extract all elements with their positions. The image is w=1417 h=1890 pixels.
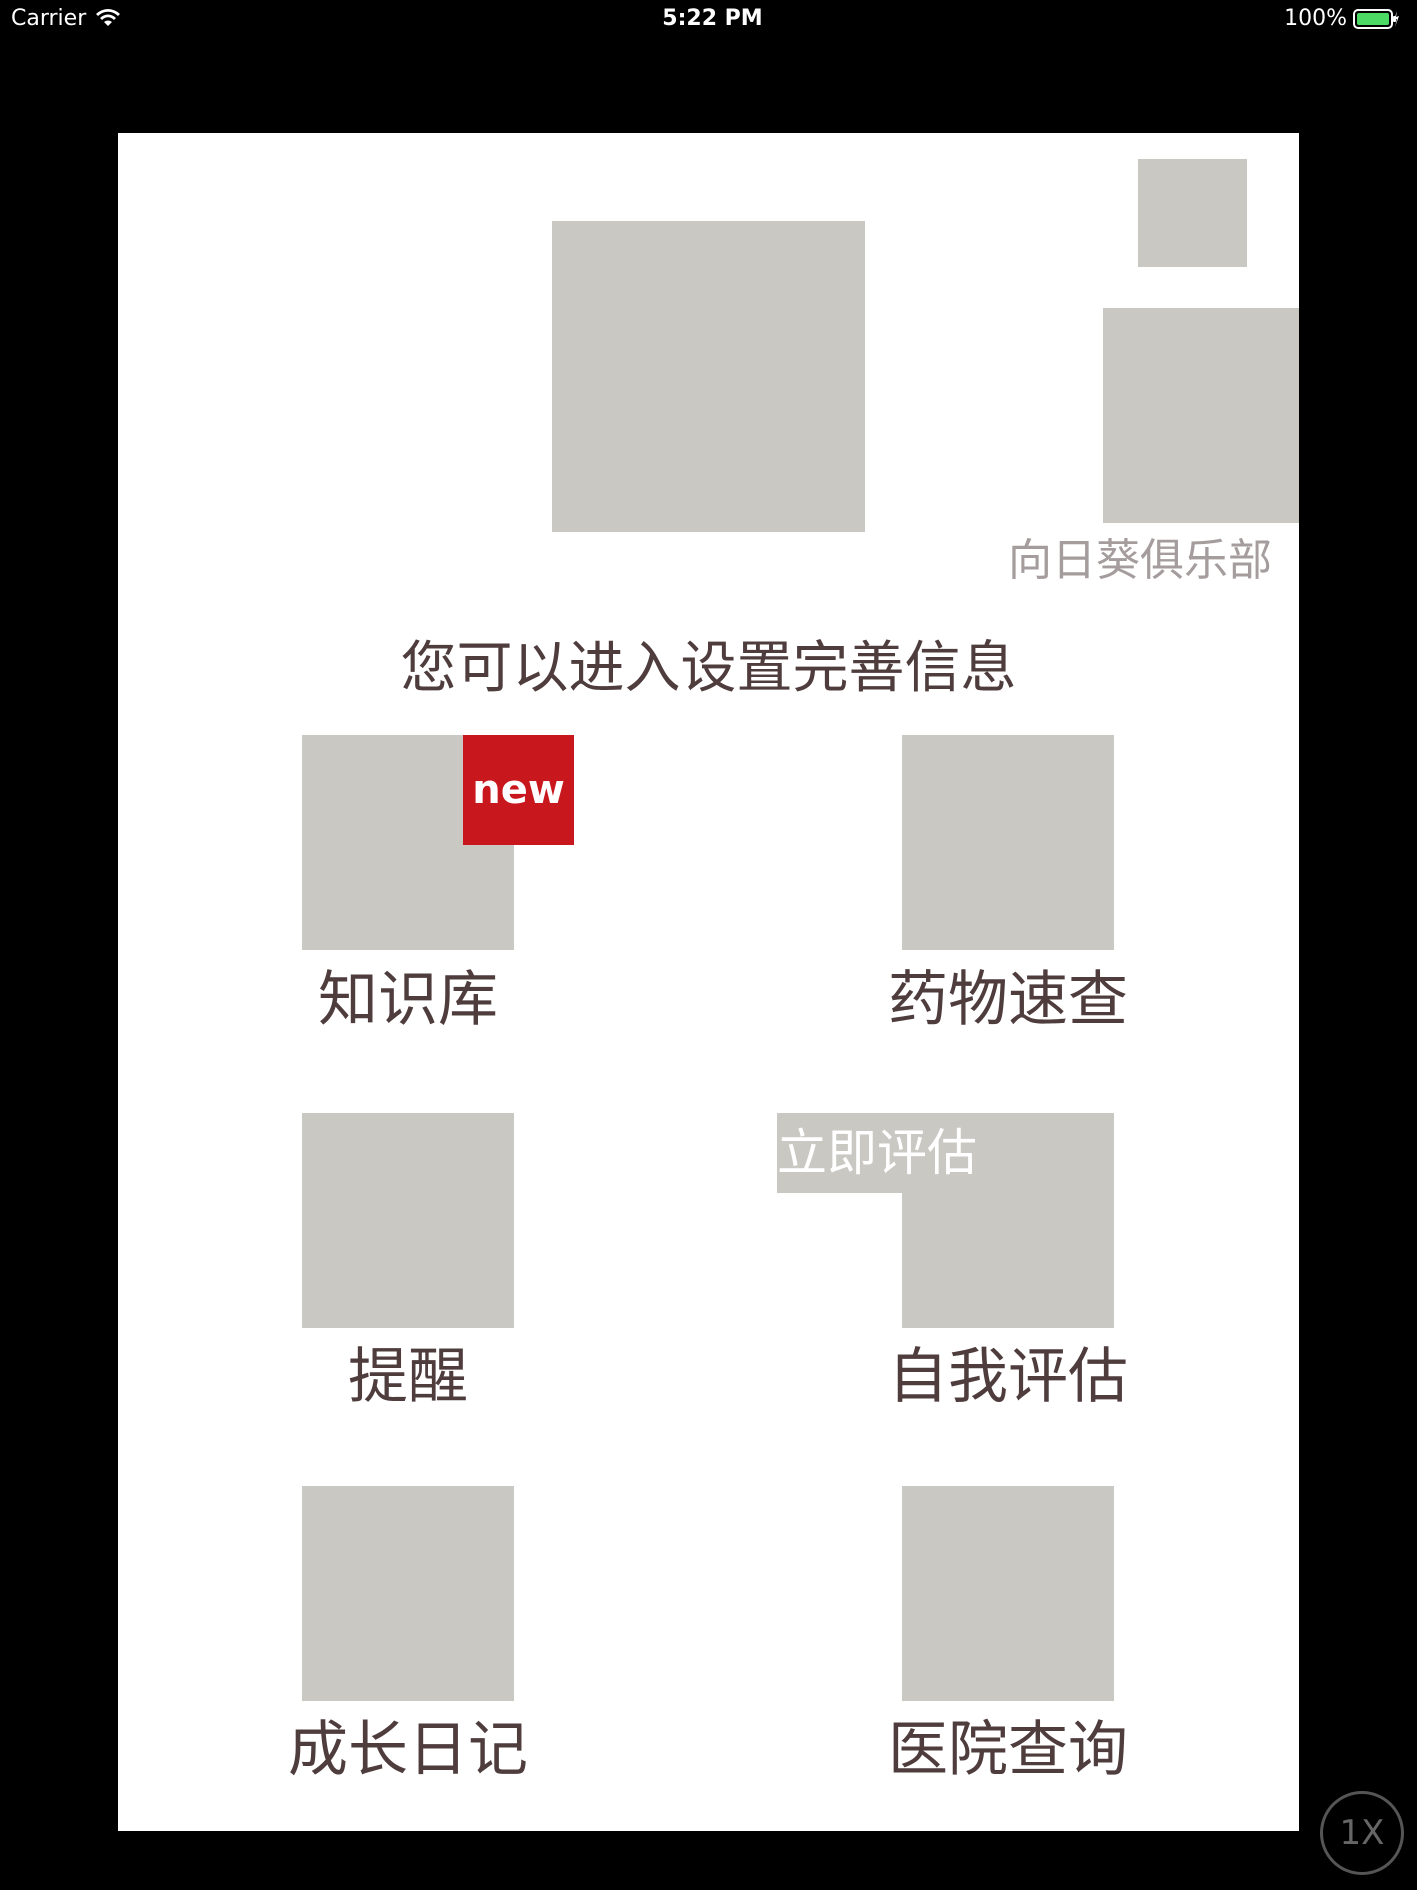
battery-percent: 100% [1284, 6, 1347, 31]
clock: 5:22 PM [662, 6, 763, 31]
club-label[interactable]: 向日葵俱乐部 [1008, 524, 1299, 588]
drug-lookup-icon[interactable] [902, 735, 1114, 950]
hospital-search-icon[interactable] [902, 1486, 1114, 1701]
self-assessment-label[interactable]: 自我评估 [798, 1328, 1218, 1415]
setup-hint: 您可以进入设置完善信息 [400, 636, 1017, 701]
battery-charging-icon [1353, 9, 1399, 29]
growth-diary-label[interactable]: 成长日记 [198, 1701, 618, 1788]
new-badge: new [463, 735, 574, 845]
home-panel: 向日葵俱乐部 您可以进入设置完善信息 new 知识库 药物速查 提醒 立即评估 … [118, 133, 1299, 1831]
reminder-label[interactable]: 提醒 [198, 1328, 618, 1415]
settings-icon[interactable] [1138, 159, 1247, 267]
assess-now-badge[interactable]: 立即评估 [777, 1113, 977, 1193]
zoom-button[interactable]: 1X [1320, 1791, 1404, 1875]
status-bar: Carrier 5:22 PM 100% [0, 0, 1417, 40]
drug-lookup-label[interactable]: 药物速查 [798, 951, 1218, 1038]
avatar[interactable] [552, 221, 865, 532]
hospital-search-label[interactable]: 医院查询 [798, 1701, 1218, 1788]
reminder-icon[interactable] [302, 1113, 514, 1328]
club-image[interactable] [1103, 308, 1299, 523]
growth-diary-icon[interactable] [302, 1486, 514, 1701]
knowledge-base-label[interactable]: 知识库 [198, 951, 618, 1038]
